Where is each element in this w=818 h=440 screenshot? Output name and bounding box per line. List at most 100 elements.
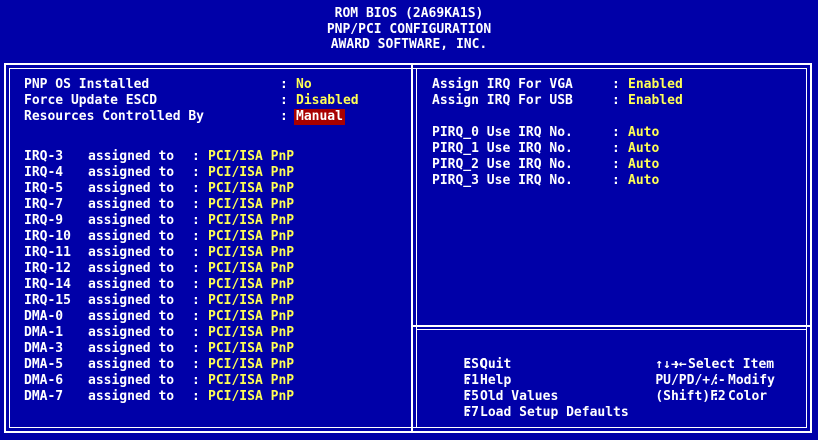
assigned-to-text: assigned to (88, 389, 175, 404)
setting-irq-9[interactable]: IRQ-9 assigned to: PCI/ISA PnP (24, 213, 404, 229)
resource-value: PCI/ISA PnP (208, 197, 295, 212)
resource-value: PCI/ISA PnP (208, 277, 295, 292)
resource-label: IRQ-4 (24, 165, 64, 180)
resource-value: PCI/ISA PnP (208, 373, 295, 388)
separator-colon: : (192, 389, 200, 404)
setting-pirq-3[interactable]: PIRQ_3 Use IRQ No. : Auto (432, 173, 802, 189)
setting-irq-4[interactable]: IRQ-4 assigned to: PCI/ISA PnP (24, 165, 404, 181)
setting-value: Auto (628, 157, 660, 172)
setting-resources-controlled-by[interactable]: Resources Controlled By : Manual (24, 109, 404, 125)
setting-irq-5[interactable]: IRQ-5 assigned to: PCI/ISA PnP (24, 181, 404, 197)
separator-colon: : (280, 109, 288, 124)
resource-label: IRQ-10 (24, 229, 71, 244)
setting-irq-10[interactable]: IRQ-10 assigned to: PCI/ISA PnP (24, 229, 404, 245)
setting-assign-irq-vga[interactable]: Assign IRQ For VGA : Enabled (432, 77, 802, 93)
help-action: Color (728, 389, 768, 404)
bios-rom-title: ROM BIOS (2A69KA1S) (334, 6, 484, 21)
setting-value: Enabled (628, 93, 683, 108)
separator-colon: : (192, 181, 200, 196)
resource-label: DMA-1 (24, 325, 64, 340)
help-f7: F7: Load Setup Defaults (432, 389, 628, 437)
setting-value: Auto (628, 173, 660, 188)
separator-colon: : (192, 341, 200, 356)
resource-value: PCI/ISA PnP (208, 165, 295, 180)
setting-label: Assign IRQ For VGA (432, 77, 573, 92)
separator-colon: : (712, 389, 720, 404)
setting-dma-5[interactable]: DMA-5 assigned to: PCI/ISA PnP (24, 357, 404, 373)
help-shift-f2: (Shift)F2: Color (624, 373, 767, 421)
separator-colon: : (612, 141, 620, 156)
separator-colon: : (612, 93, 620, 108)
separator-colon: : (192, 245, 200, 260)
assigned-to-text: assigned to (88, 149, 175, 164)
setting-pirq-2[interactable]: PIRQ_2 Use IRQ No. : Auto (432, 157, 802, 173)
resource-label: DMA-3 (24, 341, 64, 356)
help-action: Help (480, 373, 512, 388)
setting-dma-1[interactable]: DMA-1 assigned to: PCI/ISA PnP (24, 325, 404, 341)
help-action: Load Setup Defaults (480, 405, 629, 420)
setting-dma-7[interactable]: DMA-7 assigned to: PCI/ISA PnP (24, 389, 404, 405)
resource-value: PCI/ISA PnP (208, 293, 295, 308)
setting-pnp-os-installed[interactable]: PNP OS Installed : No (24, 77, 404, 93)
setting-irq-14[interactable]: IRQ-14 assigned to: PCI/ISA PnP (24, 277, 404, 293)
assigned-to-text: assigned to (88, 261, 175, 276)
setting-dma-0[interactable]: DMA-0 assigned to: PCI/ISA PnP (24, 309, 404, 325)
resource-value: PCI/ISA PnP (208, 309, 295, 324)
help-action: Modify (728, 373, 775, 388)
setting-value: Disabled (296, 93, 359, 108)
resource-label: IRQ-5 (24, 181, 64, 196)
setting-pirq-1[interactable]: PIRQ_1 Use IRQ No. : Auto (432, 141, 802, 157)
separator-colon: : (192, 197, 200, 212)
resource-label: IRQ-9 (24, 213, 64, 228)
separator-colon: : (192, 229, 200, 244)
help-divider (413, 325, 812, 327)
setting-irq-11[interactable]: IRQ-11 assigned to: PCI/ISA PnP (24, 245, 404, 261)
resource-label: IRQ-15 (24, 293, 71, 308)
resource-value: PCI/ISA PnP (208, 357, 295, 372)
setting-label: PIRQ_1 Use IRQ No. (432, 141, 573, 156)
setting-assign-irq-usb[interactable]: Assign IRQ For USB : Enabled (432, 93, 802, 109)
setting-value-selected: Manual (294, 109, 345, 125)
setting-irq-7[interactable]: IRQ-7 assigned to: PCI/ISA PnP (24, 197, 404, 213)
setting-label: Resources Controlled By (24, 109, 205, 124)
setting-label: PNP OS Installed (24, 77, 150, 92)
resource-label: DMA-0 (24, 309, 64, 324)
separator-colon: : (192, 309, 200, 324)
resource-value: PCI/ISA PnP (208, 245, 295, 260)
help-action: Quit (480, 357, 512, 372)
assigned-to-text: assigned to (88, 277, 175, 292)
assigned-to-text: assigned to (88, 245, 175, 260)
setting-label: Force Update ESCD (24, 93, 158, 108)
setting-force-update-escd[interactable]: Force Update ESCD : Disabled (24, 93, 404, 109)
setting-irq-3[interactable]: IRQ-3 assigned to: PCI/ISA PnP (24, 149, 404, 165)
resource-label: IRQ-7 (24, 197, 64, 212)
setting-value: Auto (628, 141, 660, 156)
column-divider (411, 63, 413, 433)
separator-colon: : (612, 157, 620, 172)
column-divider-inner (416, 68, 417, 428)
setting-dma-6[interactable]: DMA-6 assigned to: PCI/ISA PnP (24, 373, 404, 389)
assigned-to-text: assigned to (88, 165, 175, 180)
separator-colon: : (192, 149, 200, 164)
assigned-to-text: assigned to (88, 229, 175, 244)
setting-label: Assign IRQ For USB (432, 93, 573, 108)
separator-colon: : (192, 373, 200, 388)
assigned-to-text: assigned to (88, 373, 175, 388)
resource-label: DMA-6 (24, 373, 64, 388)
separator-colon: : (280, 93, 288, 108)
setting-dma-3[interactable]: DMA-3 assigned to: PCI/ISA PnP (24, 341, 404, 357)
separator-colon: : (192, 325, 200, 340)
resource-label: IRQ-12 (24, 261, 71, 276)
setting-value: No (296, 77, 312, 92)
setting-irq-12[interactable]: IRQ-12 assigned to: PCI/ISA PnP (24, 261, 404, 277)
assigned-to-text: assigned to (88, 325, 175, 340)
assigned-to-text: assigned to (88, 213, 175, 228)
setting-irq-15[interactable]: IRQ-15 assigned to: PCI/ISA PnP (24, 293, 404, 309)
separator-colon: : (464, 405, 472, 420)
separator-colon: : (192, 213, 200, 228)
resource-value: PCI/ISA PnP (208, 261, 295, 276)
resource-value: PCI/ISA PnP (208, 213, 295, 228)
separator-colon: : (612, 125, 620, 140)
setting-pirq-0[interactable]: PIRQ_0 Use IRQ No. : Auto (432, 125, 802, 141)
resource-value: PCI/ISA PnP (208, 389, 295, 404)
